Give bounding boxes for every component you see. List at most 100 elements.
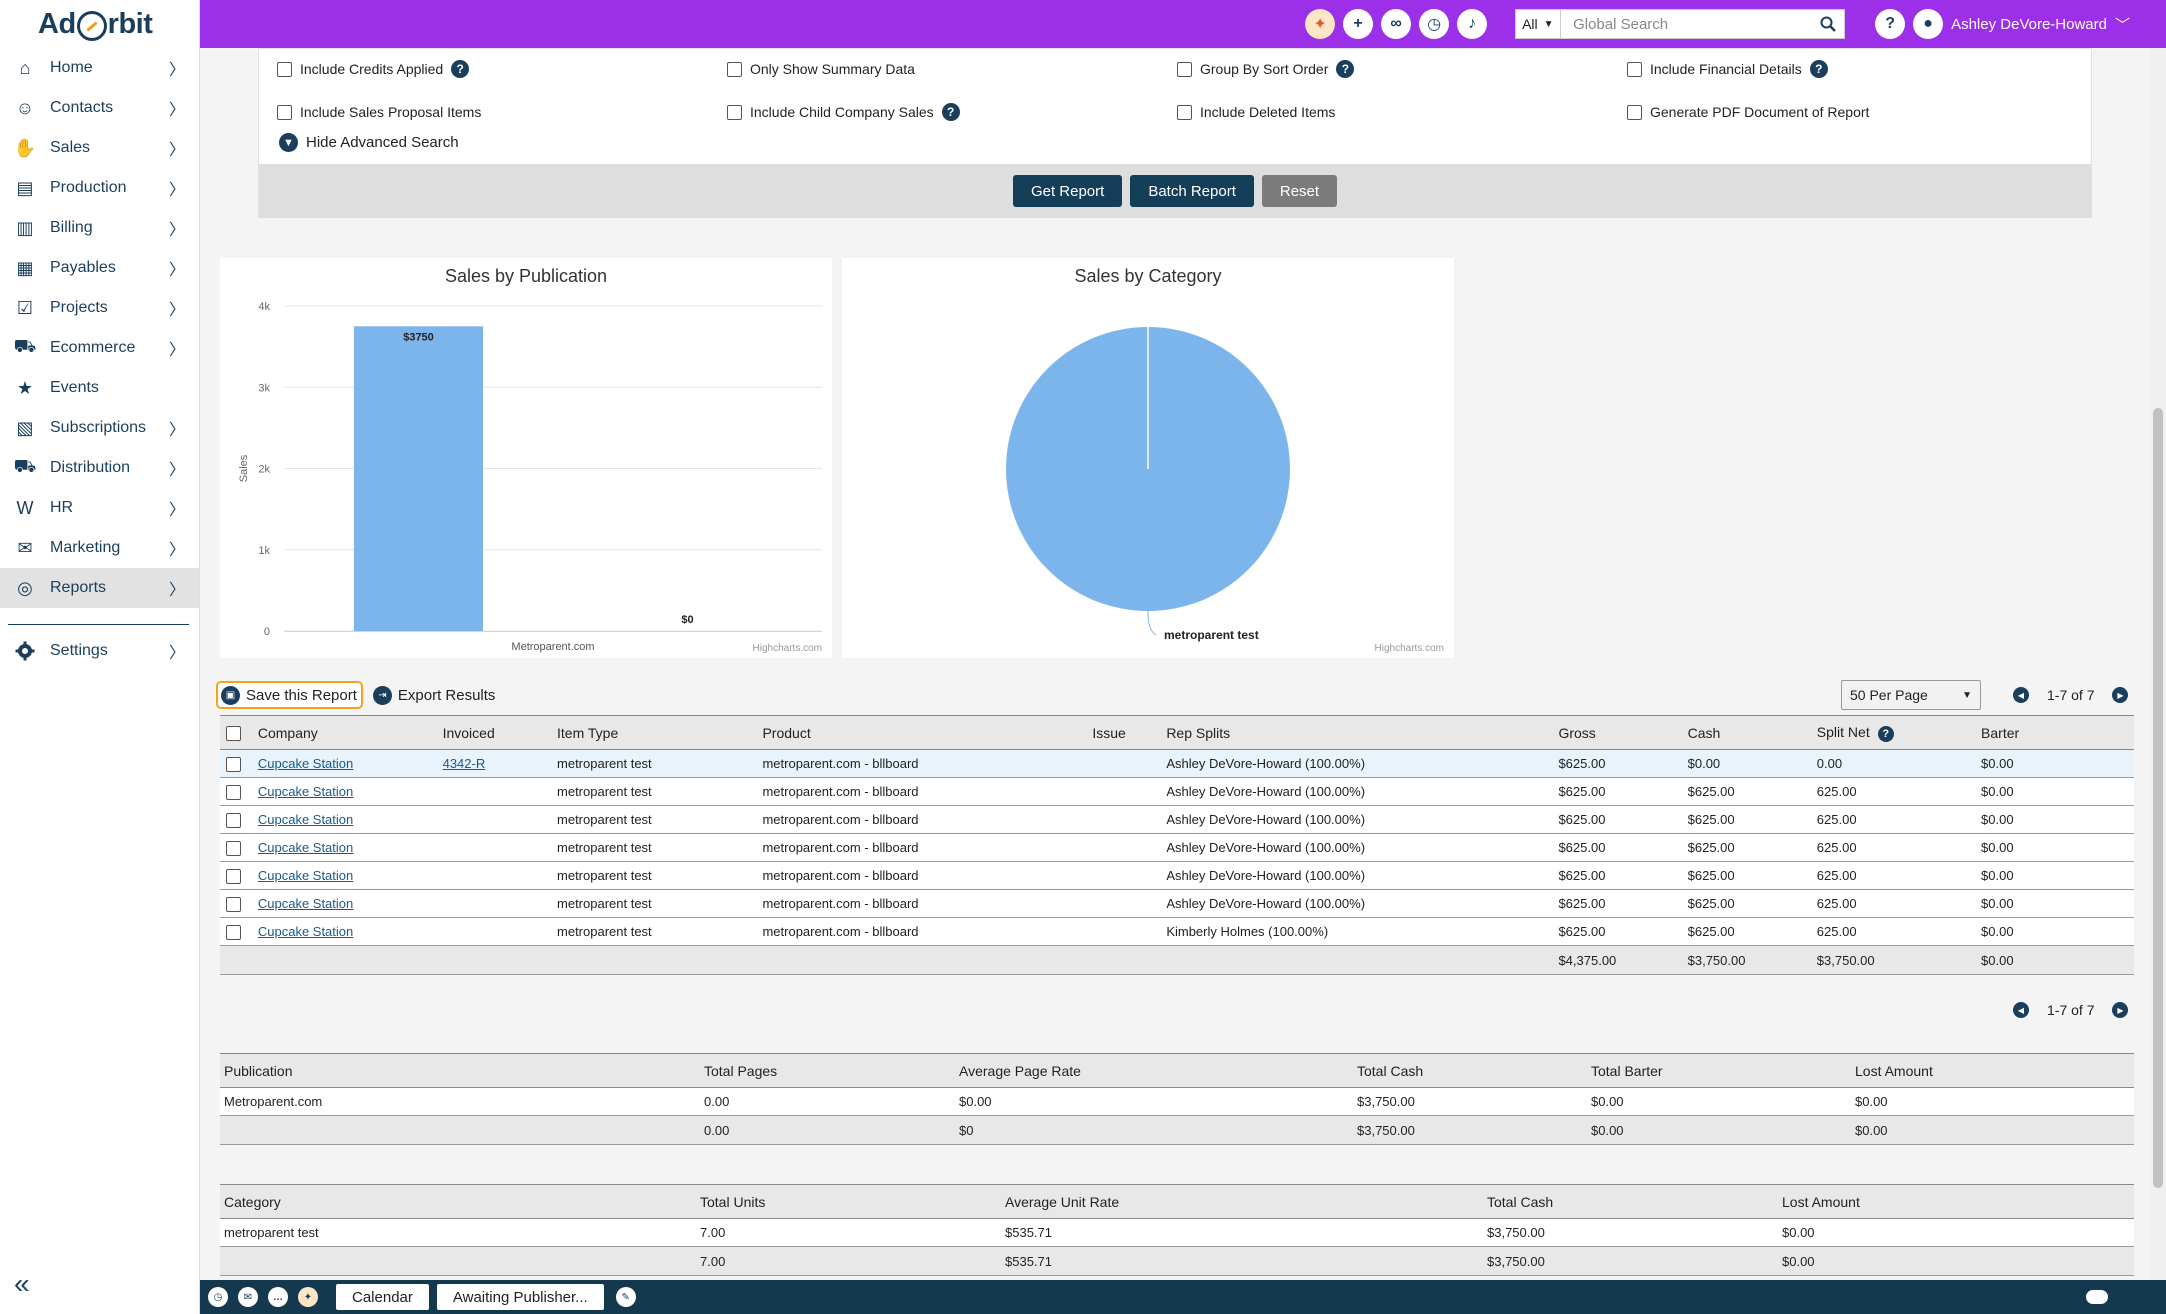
user-menu[interactable]: ● Ashley DeVore-Howard ﹀ [1913,9,2130,39]
invoiced-link[interactable]: 4342-R [443,756,486,771]
sidebar-item-events[interactable]: ★ Events [0,368,199,408]
help-icon[interactable]: ? [1875,9,1906,39]
sidebar-item-payables[interactable]: ▦ Payables 〉 [0,248,199,288]
search-scope-select[interactable]: All ▼ [1515,9,1562,39]
per-page-select[interactable]: 50 Per Page ▼ [1841,680,1981,710]
company-link[interactable]: Cupcake Station [258,840,353,855]
column-header[interactable]: Product [758,715,1089,750]
search-input[interactable]: Global Search [1561,9,1846,39]
chart-credit[interactable]: Highcharts.com [753,643,822,654]
column-header[interactable]: Issue [1088,715,1163,750]
row-checkbox[interactable] [226,812,241,828]
company-link[interactable]: Cupcake Station [258,868,353,883]
help-icon[interactable]: ? [941,103,960,121]
collapse-sidebar-icon[interactable]: « [14,1268,30,1300]
option-checkbox[interactable] [727,61,742,77]
sidebar-item-production[interactable]: ▤ Production 〉 [0,168,199,208]
option-checkbox[interactable] [727,104,742,120]
column-header[interactable]: Split Net? [1812,715,1978,750]
mail-icon[interactable]: ✉ [238,1287,258,1307]
row-checkbox[interactable] [226,868,241,884]
edit-icon[interactable]: ✎ [615,1287,636,1307]
column-header[interactable]: Item Type [553,715,759,750]
chart-credit[interactable]: Highcharts.com [1375,643,1444,654]
option-checkbox[interactable] [1177,61,1192,77]
row-checkbox[interactable] [226,784,241,800]
column-header[interactable]: Cash [1683,715,1813,750]
table-row[interactable]: Cupcake Station metroparent test metropare… [220,917,2134,946]
sidebar-item-projects[interactable]: ☑ Projects 〉 [0,288,199,328]
column-header[interactable]: Barter [1977,715,2134,750]
get-report-button[interactable]: Get Report [1012,175,1123,207]
column-header[interactable]: Invoiced [438,715,554,750]
sidebar-item-ecommerce[interactable]: ⛟ Ecommerce 〉 [0,328,199,368]
option-checkbox[interactable] [277,104,292,120]
sidebar-item-distribution[interactable]: ⛟ Distribution 〉 [0,448,199,488]
celebration-icon[interactable]: ✦ [1305,9,1336,39]
company-link[interactable]: Cupcake Station [258,812,353,827]
history-icon[interactable]: ◷ [1419,9,1450,39]
sidebar-item-sales[interactable]: ✋ Sales 〉 [0,128,199,168]
sidebar-item-marketing[interactable]: ✉ Marketing 〉 [0,528,199,568]
save-report-button[interactable]: ▣ Save this Report [216,681,363,709]
sidebar-item-billing[interactable]: ▥ Billing 〉 [0,208,199,248]
total-cell: 0.00 [700,1115,955,1145]
sidebar-item-hr[interactable]: W HR 〉 [0,488,199,528]
clock-icon[interactable]: ◷ [208,1287,228,1307]
page-scrollbar[interactable] [2150,48,2166,1280]
option-checkbox[interactable] [277,61,292,77]
calendar-tab[interactable]: Calendar [336,1284,429,1310]
company-link[interactable]: Cupcake Station [258,756,353,771]
publication-summary-table: Publication Total Pages Average Page Rate T… [220,1053,2134,1145]
help-icon[interactable]: ? [451,60,470,78]
activity-icon[interactable]: ✦ [298,1287,318,1307]
table-row[interactable]: Cupcake Station metroparent test metropare… [220,777,2134,806]
scrollbar-thumb[interactable] [2153,408,2163,1188]
sidebar-item-contacts[interactable]: ☺ Contacts 〉 [0,88,199,128]
help-icon[interactable]: ? [1336,60,1355,78]
help-icon[interactable]: ? [1809,60,1828,78]
export-results-button[interactable]: ⇥ Export Results [372,685,495,705]
option-checkbox[interactable] [1177,104,1192,120]
chat-icon[interactable]: … [268,1287,288,1307]
column-header[interactable]: Rep Splits [1162,715,1555,750]
row-checkbox[interactable] [226,756,241,772]
row-checkbox[interactable] [226,924,241,940]
sidebar-item-subscriptions[interactable]: ▧ Subscriptions 〉 [0,408,199,448]
sidebar-item-home[interactable]: ⌂ Home 〉 [0,48,199,88]
awaiting-publisher-tab[interactable]: Awaiting Publisher... [436,1284,604,1310]
table-row[interactable]: Cupcake Station metroparent test metropare… [220,833,2134,862]
column-header[interactable]: Gross [1554,715,1684,750]
search-icon[interactable] [1820,16,1836,32]
reset-button[interactable]: Reset [1261,175,1338,207]
table-row[interactable]: Cupcake Station metroparent test metropare… [220,889,2134,918]
y-tick-label: 4k [258,301,270,313]
option-checkbox[interactable] [1627,61,1642,77]
company-link[interactable]: Cupcake Station [258,784,353,799]
sidebar-item-reports[interactable]: ◎ Reports 〉 [0,568,199,608]
hide-advanced-search-toggle[interactable]: ▼ Hide Advanced Search [279,133,459,152]
link-icon[interactable]: ∞ [1381,9,1412,39]
option-checkbox[interactable] [1627,104,1642,120]
column-header[interactable]: Company [253,715,439,750]
row-checkbox[interactable] [226,840,241,856]
select-all-checkbox[interactable] [226,725,241,741]
next-page-icon[interactable]: ▶ [2112,1002,2129,1018]
bell-icon[interactable]: ♪ [1457,9,1488,39]
table-row[interactable]: Cupcake Station metroparent test metropare… [220,861,2134,890]
table-row[interactable]: Cupcake Station metroparent test metropare… [220,805,2134,834]
company-link[interactable]: Cupcake Station [258,924,353,939]
table-row[interactable]: Cupcake Station 4342-R metroparent test met… [220,749,2134,778]
row-checkbox[interactable] [226,896,241,912]
batch-report-button[interactable]: Batch Report [1130,175,1254,207]
column-header: Average Page Rate [955,1053,1353,1088]
prev-page-icon[interactable]: ◀ [2013,687,2029,703]
plus-icon[interactable]: + [1343,9,1374,39]
toggle-icon[interactable] [2086,1290,2108,1304]
next-page-icon[interactable]: ▶ [2112,687,2129,703]
company-link[interactable]: Cupcake Station [258,896,353,911]
help-icon[interactable]: ? [1877,725,1894,742]
sidebar-item-settings[interactable]: Settings 〉 [0,631,199,671]
app-logo[interactable]: Ad rbit [0,0,199,48]
prev-page-icon[interactable]: ◀ [2013,1002,2029,1018]
